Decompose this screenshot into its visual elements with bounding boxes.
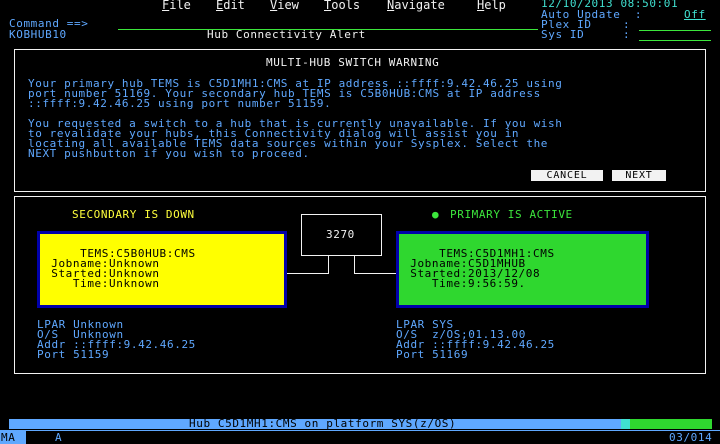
cancel-button[interactable]: CANCEL [531, 170, 603, 181]
sys-id-sep: : [623, 28, 631, 41]
menu-help[interactable]: Help [477, 0, 506, 12]
oia-keyboard-state: A [55, 431, 63, 444]
cursor-position: 03/014 [669, 431, 713, 444]
warning-title: MULTI-HUB SWITCH WARNING [266, 56, 440, 69]
connector-left-horizontal [287, 273, 329, 274]
secondary-port: Port 51159 [37, 348, 110, 361]
menu-edit-label: dit [223, 0, 245, 12]
next-button[interactable]: NEXT [612, 170, 666, 181]
primary-time: Time:9:56:59. [403, 277, 526, 290]
menu-tools[interactable]: Tools [324, 0, 360, 12]
menu-file-label: ile [169, 0, 191, 12]
primary-port: Port 51169 [396, 348, 469, 361]
menu-help-label: elp [484, 0, 506, 12]
plex-id-field[interactable] [639, 30, 711, 31]
para1-line: ::ffff:9.42.46.25 using port number 5115… [28, 97, 332, 110]
status-bar-scroll-thumb[interactable] [621, 419, 630, 429]
menu-navigate-label: avigate [394, 0, 445, 12]
menu-tools-label: ools [331, 0, 361, 12]
secondary-status: SECONDARY IS DOWN [72, 208, 195, 221]
connector-right-horizontal [354, 273, 396, 274]
sys-id-label: Sys ID [541, 28, 585, 41]
connector-right-vertical [354, 256, 355, 274]
primary-status: PRIMARY IS ACTIVE [450, 208, 573, 221]
oia-divider [0, 430, 720, 431]
terminal-label: 3270 [326, 228, 355, 241]
para2-line: NEXT pushbutton if you wish to proceed. [28, 147, 310, 160]
status-bar-scroll-track [630, 419, 712, 429]
status-bar-text: Hub C5D1MH1:CMS on platform SYS(z/OS) [189, 417, 457, 430]
sys-id-field[interactable] [639, 40, 711, 41]
menu-file[interactable]: File [162, 0, 191, 12]
hub-name: KOBHUB10 [9, 28, 67, 41]
auto-update-value[interactable]: Off [684, 9, 706, 21]
panel-title: Hub Connectivity Alert [207, 28, 366, 41]
oia-mode: MA [1, 431, 16, 444]
primary-status-icon: ● [432, 208, 440, 221]
menu-view[interactable]: View [270, 0, 299, 12]
menu-navigate[interactable]: Navigate [387, 0, 445, 12]
connector-left-vertical [328, 256, 329, 274]
menu-edit[interactable]: Edit [216, 0, 245, 12]
menu-view-label: iew [277, 0, 299, 12]
secondary-time: Time:Unknown [44, 277, 160, 290]
